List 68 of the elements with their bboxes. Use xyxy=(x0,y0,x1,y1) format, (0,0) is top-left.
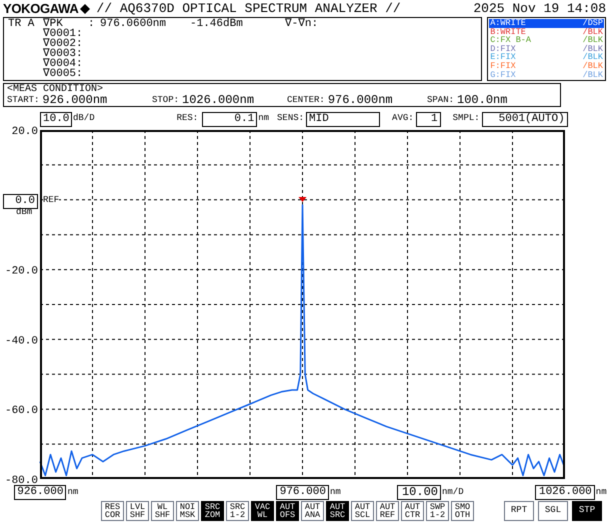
trace-label: TR A xyxy=(8,19,36,29)
unit-label: nm xyxy=(67,487,78,497)
soft-key[interactable]: WL SHF xyxy=(151,501,174,521)
diamond-icon xyxy=(80,4,90,14)
smpl-label: SMPL: xyxy=(452,112,480,126)
soft-key[interactable]: SRC 1-2 xyxy=(226,501,249,521)
y-axis-label: -60.0 xyxy=(4,405,38,418)
sens-field[interactable]: MID xyxy=(306,112,380,126)
meas-label: START: xyxy=(7,95,40,105)
soft-key[interactable]: NOI MSK xyxy=(176,501,199,521)
ref-label: REF xyxy=(43,195,60,205)
date-time: 2025 Nov 19 14:08 xyxy=(473,0,606,18)
meas-label: STOP: xyxy=(152,95,180,105)
soft-key[interactable]: VAC WL xyxy=(251,501,274,521)
window-title: // AQ6370D OPTICAL SPECTRUM ANALYZER // xyxy=(96,0,401,18)
x-axis-value-field[interactable]: 1026.000 xyxy=(535,485,595,500)
y-axis-label: 20.0 xyxy=(12,126,38,138)
peak-wavelength: 976.0600nm xyxy=(100,19,168,29)
soft-key[interactable]: SRC ZOM xyxy=(201,501,224,521)
unit-label: nm xyxy=(330,487,341,497)
soft-key[interactable]: AUT SRC xyxy=(326,501,349,521)
avg-label: AVG: xyxy=(392,112,414,126)
soft-key[interactable]: AUT CTR xyxy=(401,501,424,521)
meas-value: 1026.000nm xyxy=(182,95,254,105)
y-axis-label: -80.0 xyxy=(4,475,38,487)
meas-value: 100.0nm xyxy=(457,95,508,105)
meas-label: CENTER: xyxy=(287,95,325,105)
span-step-field[interactable]: 10.00 xyxy=(397,485,441,500)
soft-key[interactable]: AUT ANA xyxy=(301,501,324,521)
meas-value: 976.000nm xyxy=(328,95,393,105)
ref-level-field[interactable]: 0.0 xyxy=(3,194,38,209)
sweep-key[interactable]: RPT xyxy=(504,501,534,521)
delta-label: ∇-∇n: xyxy=(285,19,318,29)
sweep-key[interactable]: STP xyxy=(572,501,602,521)
trace-item[interactable]: B:WRITE /BLK xyxy=(489,28,604,36)
soft-key[interactable]: SWP 1-2 xyxy=(426,501,449,521)
res-label: RES: xyxy=(176,112,198,126)
x-axis-value-field[interactable]: 926.000 xyxy=(14,485,66,500)
soft-key[interactable]: RES COR xyxy=(101,501,124,521)
marker-label: ∇0005: xyxy=(43,68,83,80)
soft-key[interactable]: AUT OFS xyxy=(276,501,299,521)
y-axis-label: -20.0 xyxy=(4,266,38,278)
separator: : xyxy=(88,19,96,29)
meas-condition-title: <MEAS CONDITION> xyxy=(7,84,104,95)
res-field[interactable]: 0.1 xyxy=(202,112,258,126)
smpl-field[interactable]: 5001(AUTO) xyxy=(482,112,568,126)
sweep-key[interactable]: SGL xyxy=(538,501,568,521)
peak-label: ∇PK xyxy=(43,19,63,29)
scale-field[interactable]: 10.0 xyxy=(40,112,72,126)
unit-label: nm/D xyxy=(442,486,464,499)
soft-key[interactable]: LVL SHF xyxy=(126,501,149,521)
soft-key[interactable]: AUT SCL xyxy=(351,501,374,521)
soft-key[interactable]: AUT REF xyxy=(376,501,399,521)
trace-item[interactable]: A:WRITE /DSP xyxy=(489,19,604,28)
soft-key[interactable]: SMO OTH xyxy=(451,501,474,521)
unit-label: dB/D xyxy=(73,112,95,126)
sens-label: SENS: xyxy=(277,112,304,126)
trace-item[interactable]: D:FIX /BLK xyxy=(489,44,604,54)
peak-marker-icon xyxy=(298,197,306,202)
peak-level: -1.46dBm xyxy=(190,19,244,29)
meas-value: 926.000nm xyxy=(42,95,108,105)
x-axis-value-field[interactable]: 976.000 xyxy=(276,485,329,500)
unit-label: nm xyxy=(596,487,607,497)
brand-logo: YOKOGAWA xyxy=(3,0,78,18)
avg-field[interactable]: 1 xyxy=(416,112,441,126)
unit-label: nm xyxy=(258,112,270,126)
meas-label: SPAN: xyxy=(427,95,454,105)
y-axis-label: -40.0 xyxy=(4,335,38,348)
